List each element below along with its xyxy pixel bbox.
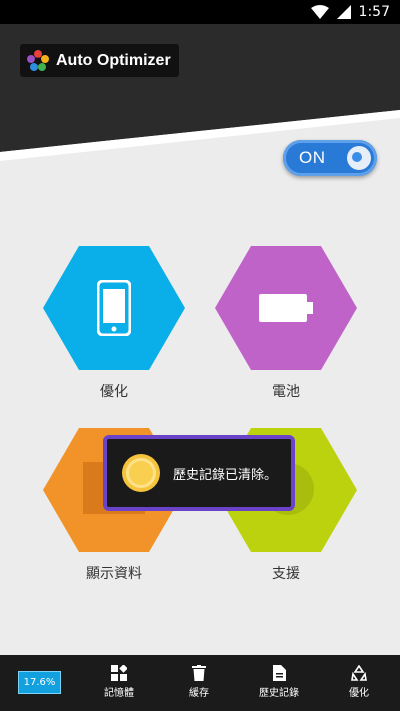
nav-optimize[interactable]: 優化 [349,665,369,699]
trash-icon [192,665,206,681]
tile-battery-label: 電池 [272,384,300,400]
toast-message: 歷史記錄已清除。 [103,435,295,511]
signal-icon [336,5,351,19]
optimizer-toggle[interactable]: ON [283,140,377,176]
phone-icon [97,280,131,336]
battery-icon [259,294,313,322]
app-title: Auto Optimizer [56,51,171,69]
tile-battery[interactable] [215,246,357,370]
nav-memory-label: 記憶體 [104,688,134,699]
status-bar: 1:57 [0,0,400,24]
app-logo-icon [27,49,49,71]
nav-optimize-label: 優化 [349,688,369,699]
tile-support-label: 支援 [272,566,300,582]
nav-history-label: 歷史記錄 [259,688,299,699]
tile-optimize-label: 優化 [100,384,128,400]
sun-icon [122,454,160,492]
toast-text: 歷史記錄已清除。 [173,467,278,483]
bottom-nav: 17.6% 記憶體 緩存 歷史記錄 優化 [0,655,400,711]
tile-optimize[interactable] [43,246,185,370]
document-icon [272,665,286,681]
app-logo-box: Auto Optimizer [20,44,179,77]
percent-badge[interactable]: 17.6% [18,671,61,694]
recycle-icon [351,665,367,681]
nav-cache[interactable]: 緩存 [189,665,209,699]
wifi-icon [310,5,329,19]
toggle-knob [347,146,371,170]
toggle-label: ON [299,148,326,167]
tile-display-label: 顯示資料 [86,566,142,582]
nav-history[interactable]: 歷史記錄 [259,665,299,699]
nav-cache-label: 緩存 [189,688,209,699]
memory-icon [111,665,127,681]
nav-memory[interactable]: 記憶體 [104,665,134,699]
status-time: 1:57 [358,4,390,20]
